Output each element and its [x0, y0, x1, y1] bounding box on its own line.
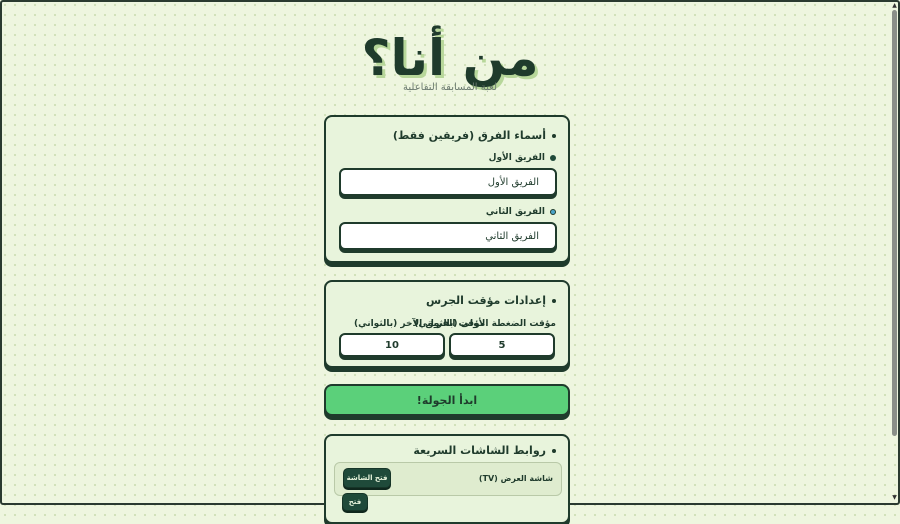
link-row-tv: شاشة العرض (TV) فتح الشاشة	[334, 462, 562, 496]
team1-label-text: الفريق الأول	[488, 153, 545, 163]
team2-label: الفريق الثاني	[486, 207, 556, 217]
scroll-up-icon[interactable]: ▲	[891, 2, 898, 9]
link-row-tv-label: شاشة العرض (TV)	[478, 474, 553, 483]
timer-heading: إعدادات مؤقت الجرس	[426, 294, 556, 307]
team2-input-value: الفريق الثاني	[485, 230, 539, 242]
team1-color-dot	[550, 155, 556, 161]
timer-card: إعدادات مؤقت الجرس مؤقت الضغطة الأولى (ب…	[324, 280, 570, 368]
page-subtitle: لعبة المسابقة التفاعلية	[403, 82, 497, 93]
bullet-icon	[552, 133, 556, 138]
open-second-screen-button[interactable]: فتح	[342, 493, 368, 511]
bullet-icon	[552, 448, 556, 453]
team2-label-text: الفريق الثاني	[485, 207, 545, 217]
quick-links-card: روابط الشاشات السريعة شاشة العرض (TV) فت…	[324, 434, 570, 524]
quick-links-heading: روابط الشاشات السريعة	[413, 444, 556, 457]
other-team-label: مؤقت الفريق الآخر (بالثواني)	[354, 319, 486, 329]
timer-heading-text: إعدادات مؤقت الجرس	[426, 294, 546, 307]
team1-input[interactable]: الفريق الأول	[339, 168, 557, 196]
team2-input[interactable]: الفريق الثاني	[339, 222, 557, 250]
team1-input-value: الفريق الأول	[487, 176, 539, 188]
start-round-button[interactable]: ابدأ الجولة!	[324, 384, 570, 416]
team1-label: الفريق الأول	[489, 153, 556, 163]
teams-heading: أسماء الفرق (فريقين فقط)	[393, 129, 556, 142]
quick-links-heading-text: روابط الشاشات السريعة	[413, 444, 546, 457]
teams-heading-text: أسماء الفرق (فريقين فقط)	[392, 129, 546, 142]
other-team-value: 10	[385, 339, 399, 351]
page-title: من أنا؟	[361, 29, 539, 87]
first-press-input[interactable]: 5	[449, 333, 555, 357]
open-tv-screen-button[interactable]: فتح الشاشة	[343, 468, 391, 488]
bullet-icon	[552, 298, 556, 303]
other-team-input[interactable]: 10	[339, 333, 445, 357]
team2-color-dot	[550, 209, 556, 215]
scroll-down-icon[interactable]: ▼	[891, 494, 898, 501]
first-press-value: 5	[498, 339, 506, 351]
teams-card: أسماء الفرق (فريقين فقط) الفريق الأول ال…	[324, 115, 570, 263]
